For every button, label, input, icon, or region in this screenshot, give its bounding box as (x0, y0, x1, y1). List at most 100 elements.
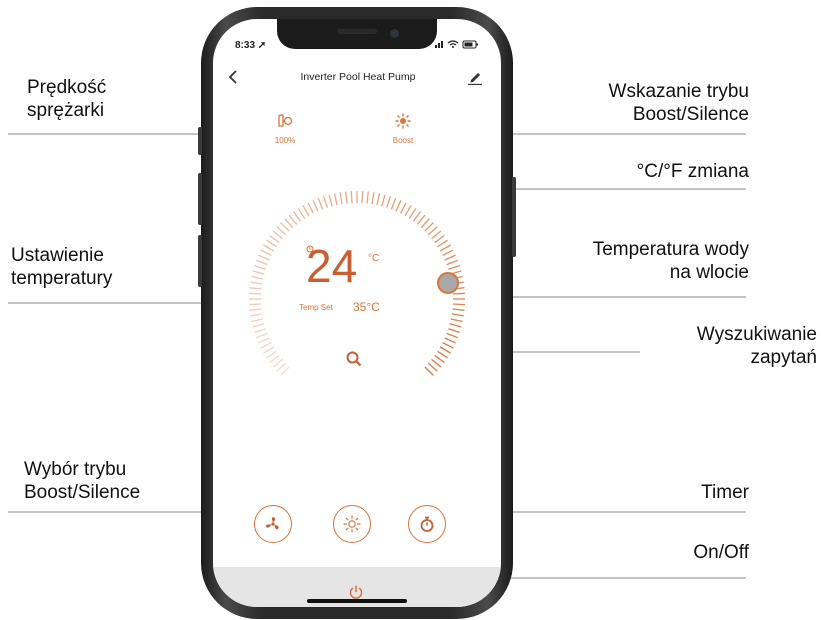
dial-tick (345, 191, 348, 204)
dial-tick (339, 192, 343, 205)
notch (277, 19, 437, 49)
dial-tick (431, 358, 442, 368)
annotation-query-search: Wyszukiwanie zapytań (697, 323, 817, 369)
dial-tick (312, 200, 319, 212)
annotation-line: temperatury (11, 268, 113, 289)
dial-tick (366, 191, 369, 204)
dial-tick (449, 323, 462, 328)
dial-tick (288, 214, 298, 225)
compressor-speed-stat: 100% (260, 113, 310, 145)
annotation-unit-change: °C/°F zmiana (636, 161, 749, 182)
dial-tick (276, 362, 287, 372)
annotation-line: Temperatura wody (592, 239, 749, 260)
dial-tick (439, 346, 451, 354)
compressor-icon (260, 113, 310, 134)
dial-tick (266, 350, 277, 359)
annotation-line: Wskazanie trybu (608, 81, 749, 102)
dial-tick (251, 318, 264, 323)
dial-tick (254, 264, 266, 270)
annotation-compressor-speed: Prędkość sprężarki (27, 76, 106, 122)
dial-tick (266, 239, 277, 248)
timer-button[interactable] (408, 505, 446, 543)
dial-tick (328, 194, 333, 207)
dial-tick (254, 328, 266, 334)
camera (390, 29, 399, 38)
dial-tick (258, 337, 270, 344)
dial-tick (249, 292, 262, 295)
status-time: 8:33 ➚ (235, 40, 267, 51)
dial-tick (350, 191, 353, 204)
dial-tick (452, 308, 465, 311)
power-icon (349, 585, 363, 599)
annotation-mode-select: Wybór trybu Boost/Silence (24, 458, 140, 504)
dial-tick (448, 328, 460, 334)
temperature-dial[interactable] (249, 191, 465, 407)
phone-volume-up (198, 173, 202, 225)
compressor-speed-value: 100% (274, 136, 296, 145)
search-icon (346, 351, 362, 367)
mode-stat: Boost (378, 113, 428, 145)
dial-tick (442, 249, 454, 256)
app-title: Inverter Pool Heat Pump (300, 71, 416, 83)
dial-tick (404, 205, 412, 217)
dial-tick (255, 332, 268, 339)
app-screen: 8:33 ➚ Inverter Pool Heat Pump 100% Boos… (213, 19, 501, 607)
search-button[interactable] (345, 350, 363, 368)
dial-tick (416, 214, 426, 225)
dial-tick (250, 313, 263, 317)
dial-tick (420, 218, 430, 229)
dial-tick (444, 337, 456, 344)
sun-icon (378, 113, 428, 134)
dial-tick (258, 254, 270, 261)
dial-tick (250, 281, 263, 285)
timer-icon (420, 516, 434, 532)
annotation-temp-setting: Ustawienie temperatury (11, 244, 112, 290)
pencil-icon (468, 73, 482, 86)
status-icons (435, 39, 479, 51)
dial-tick (292, 211, 302, 222)
edit-button[interactable] (467, 69, 483, 86)
dial-tick (269, 354, 280, 364)
annotation-line: Boost/Silence (24, 482, 141, 503)
annotation-line: Wyszukiwanie (696, 324, 817, 345)
dial-tick (276, 226, 287, 236)
annotation-timer: Timer (701, 482, 749, 503)
dial-tick (452, 303, 465, 306)
dial-tick (437, 239, 448, 248)
dial-tick (386, 196, 392, 208)
dial-tick (280, 366, 290, 376)
dial-tick (412, 211, 422, 222)
dial-knob[interactable] (437, 272, 459, 294)
inlet-temperature: 24 (306, 240, 358, 292)
dial-tick (249, 287, 262, 290)
dial-tick (252, 323, 265, 328)
dial-tick (381, 194, 386, 207)
home-indicator (307, 599, 407, 603)
power-button[interactable] (348, 584, 364, 600)
dial-tick (437, 350, 448, 359)
temp-set-label: Temp Set (299, 303, 333, 312)
dial-tick (434, 354, 445, 364)
dial-tick (446, 332, 459, 339)
dial-tick (376, 193, 381, 206)
annotation-mode-indicator: Wskazanie trybu Boost/Silence (609, 80, 749, 126)
dial-tick (260, 342, 272, 349)
dial-tick (395, 200, 402, 212)
dial-tick (251, 275, 264, 280)
dial-tick (427, 226, 438, 236)
phone-side-button (198, 127, 202, 155)
dial-tick (260, 249, 272, 256)
dial-tick (371, 192, 375, 205)
mode-value: Boost (392, 136, 414, 145)
dial-tick (442, 342, 454, 349)
back-button[interactable] (227, 69, 239, 88)
temperature-unit-toggle[interactable]: °C (368, 253, 379, 264)
dial-tick (249, 308, 262, 311)
dial-tick (302, 205, 310, 217)
dial-tick (400, 202, 407, 214)
heat-mode-button[interactable] (333, 505, 371, 543)
mode-select-button[interactable] (254, 505, 292, 543)
annotation-on-off: On/Off (693, 542, 749, 563)
annotation-line: Ustawienie (11, 245, 104, 266)
dial-tick (408, 208, 417, 219)
